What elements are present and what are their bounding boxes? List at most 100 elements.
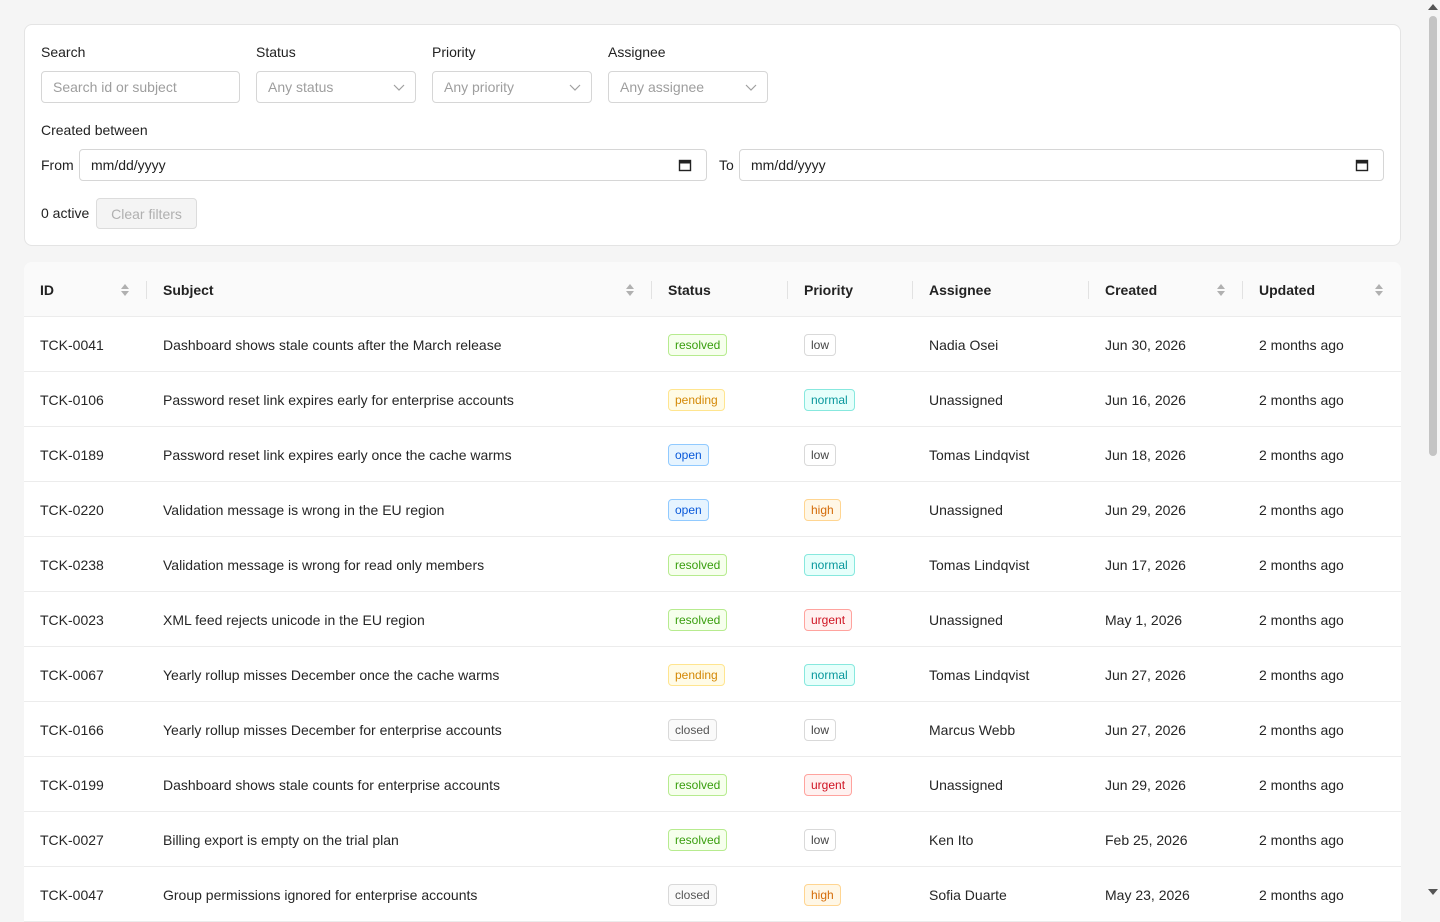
calendar-icon[interactable] [678, 158, 692, 172]
cell-id: TCK-0027 [40, 831, 104, 848]
priority-badge: high [804, 498, 841, 521]
assignee-placeholder: Any assignee [620, 79, 705, 95]
page-scrollbar[interactable] [1425, 0, 1440, 900]
column-header-created[interactable]: Created [1105, 262, 1157, 317]
cell-id: TCK-0067 [40, 666, 104, 683]
cell-status: closed [668, 867, 717, 922]
filters-panel: Search Search id or subject Status Any s… [24, 24, 1401, 246]
column-header-subject[interactable]: Subject [163, 262, 214, 317]
search-input[interactable]: Search id or subject [41, 71, 240, 103]
cell-created: Jun 17, 2026 [1105, 556, 1186, 573]
cell-id: TCK-0166 [40, 721, 104, 738]
cell-updated: 2 months ago [1259, 721, 1344, 738]
scrollbar-thumb[interactable] [1429, 16, 1437, 456]
sort-icon[interactable] [1374, 282, 1384, 298]
calendar-icon[interactable] [1355, 158, 1369, 172]
cell-priority: low [804, 702, 837, 757]
cell-subject: Password reset link expires early once t… [163, 446, 512, 463]
chevron-down-icon [569, 84, 581, 91]
cell-subject: Yearly rollup misses December for enterp… [163, 721, 502, 738]
cell-created: Jun 27, 2026 [1105, 666, 1186, 683]
table-row[interactable]: TCK-0047 Group permissions ignored for en… [24, 867, 1401, 922]
to-date-input[interactable]: mm/dd/yyyy [739, 149, 1384, 181]
priority-badge: low [804, 828, 837, 851]
search-placeholder: Search id or subject [53, 79, 177, 95]
cell-status: resolved [668, 537, 728, 592]
cell-status: pending [668, 647, 725, 702]
from-date-input[interactable]: mm/dd/yyyy [79, 149, 707, 181]
priority-badge: normal [804, 388, 855, 411]
cell-updated: 2 months ago [1259, 886, 1344, 903]
status-badge: open [668, 443, 709, 466]
cell-assignee: Unassigned [929, 776, 1003, 793]
column-header-status: Status [668, 281, 711, 298]
cell-id: TCK-0199 [40, 776, 104, 793]
cell-created: Jun 29, 2026 [1105, 501, 1186, 518]
cell-assignee: Sofia Duarte [929, 886, 1007, 903]
clear-filters-button[interactable]: Clear filters [96, 198, 197, 229]
from-label: From [41, 157, 74, 173]
cell-updated: 2 months ago [1259, 776, 1344, 793]
table-row[interactable]: TCK-0199 Dashboard shows stale counts for… [24, 757, 1401, 812]
cell-subject: Yearly rollup misses December once the c… [163, 666, 500, 683]
priority-badge: low [804, 443, 837, 466]
table-row[interactable]: TCK-0189 Password reset link expires earl… [24, 427, 1401, 482]
table-header: ID Subject Status Priority Assignee Crea… [24, 262, 1401, 317]
cell-subject: Validation message is wrong for read onl… [163, 556, 485, 573]
cell-assignee: Unassigned [929, 611, 1003, 628]
cell-priority: low [804, 812, 837, 867]
sort-icon[interactable] [625, 282, 635, 298]
cell-assignee: Unassigned [929, 391, 1003, 408]
search-label: Search [41, 44, 86, 60]
column-header-updated[interactable]: Updated [1259, 262, 1315, 317]
column-header-assignee: Assignee [929, 281, 992, 298]
assignee-label: Assignee [608, 44, 666, 60]
scroll-up-arrow-icon[interactable] [1428, 4, 1438, 10]
cell-status: resolved [668, 317, 728, 372]
status-badge: open [668, 498, 709, 521]
table-row[interactable]: TCK-0023 XML feed rejects unicode in the … [24, 592, 1401, 647]
scroll-down-arrow-icon[interactable] [1428, 889, 1438, 895]
cell-created: Jun 16, 2026 [1105, 391, 1186, 408]
sort-icon[interactable] [120, 282, 130, 298]
priority-select[interactable]: Any priority [432, 71, 592, 103]
cell-assignee: Unassigned [929, 501, 1003, 518]
status-label: Status [256, 44, 296, 60]
cell-id: TCK-0106 [40, 391, 104, 408]
column-header-id[interactable]: ID [40, 262, 54, 317]
cell-status: open [668, 427, 709, 482]
table-row[interactable]: TCK-0220 Validation message is wrong in t… [24, 482, 1401, 537]
cell-assignee: Tomas Lindqvist [929, 556, 1030, 573]
chevron-down-icon [393, 84, 405, 91]
priority-badge: high [804, 883, 841, 906]
cell-subject: XML feed rejects unicode in the EU regio… [163, 611, 425, 628]
cell-subject: Password reset link expires early for en… [163, 391, 514, 408]
cell-updated: 2 months ago [1259, 666, 1344, 683]
cell-priority: high [804, 482, 841, 537]
chevron-down-icon [745, 84, 757, 91]
cell-subject: Dashboard shows stale counts after the M… [163, 336, 502, 353]
table-row[interactable]: TCK-0027 Billing export is empty on the t… [24, 812, 1401, 867]
cell-status: pending [668, 372, 725, 427]
table-row[interactable]: TCK-0166 Yearly rollup misses December fo… [24, 702, 1401, 757]
cell-updated: 2 months ago [1259, 336, 1344, 353]
table-row[interactable]: TCK-0106 Password reset link expires earl… [24, 372, 1401, 427]
status-select[interactable]: Any status [256, 71, 416, 103]
sort-icon[interactable] [1216, 282, 1226, 298]
cell-id: TCK-0220 [40, 501, 104, 518]
to-label: To [719, 157, 734, 173]
assignee-select[interactable]: Any assignee [608, 71, 768, 103]
cell-priority: urgent [804, 592, 853, 647]
tickets-table: ID Subject Status Priority Assignee Crea… [24, 262, 1401, 922]
cell-id: TCK-0047 [40, 886, 104, 903]
cell-priority: low [804, 427, 837, 482]
table-row[interactable]: TCK-0067 Yearly rollup misses December on… [24, 647, 1401, 702]
table-row[interactable]: TCK-0238 Validation message is wrong for … [24, 537, 1401, 592]
table-row[interactable]: TCK-0041 Dashboard shows stale counts aft… [24, 317, 1401, 372]
cell-assignee: Nadia Osei [929, 336, 999, 353]
cell-updated: 2 months ago [1259, 391, 1344, 408]
status-badge: pending [668, 388, 725, 411]
cell-subject: Dashboard shows stale counts for enterpr… [163, 776, 500, 793]
cell-priority: normal [804, 647, 855, 702]
priority-badge: urgent [804, 608, 853, 631]
